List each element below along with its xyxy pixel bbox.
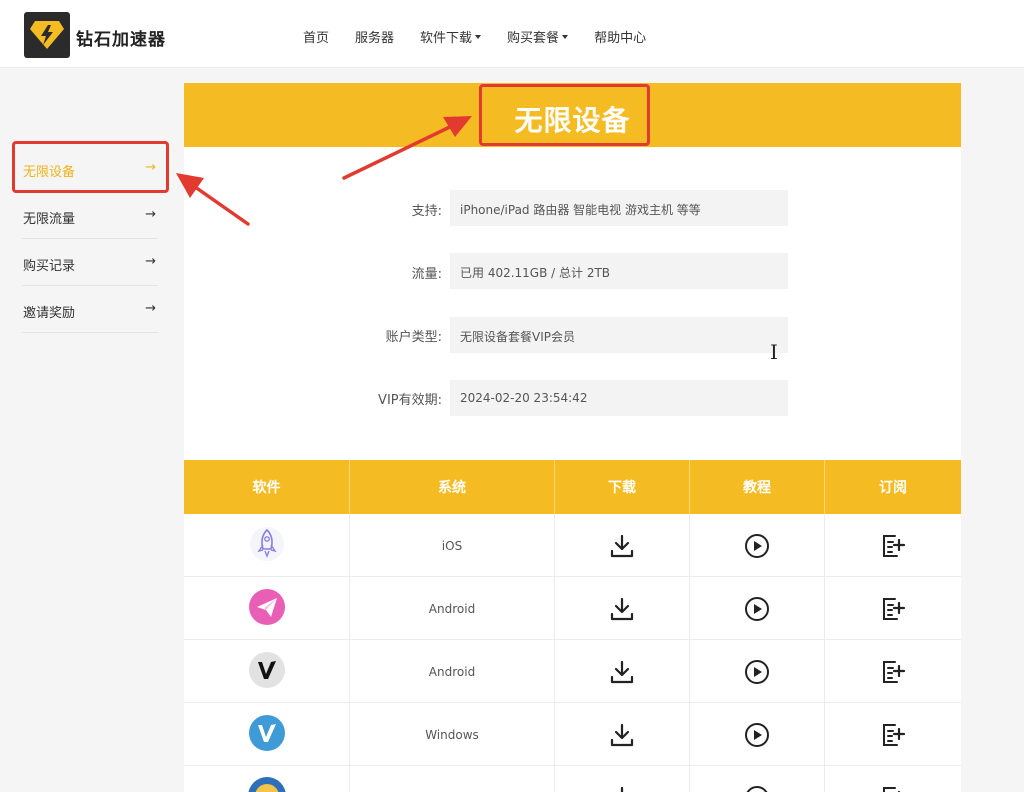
rocket-icon: [249, 524, 285, 567]
software-table-header: 软件 系统 下载 教程 订阅: [184, 460, 961, 514]
paper-plane-icon: [248, 588, 286, 629]
column-header-subscribe: 订阅: [879, 480, 907, 496]
table-row: [184, 766, 961, 792]
subscribe-add-icon[interactable]: [880, 596, 906, 622]
table-row: Android: [184, 577, 961, 640]
subscribe-add-icon[interactable]: [880, 785, 906, 792]
account-type-value: 无限设备套餐VIP会员: [450, 317, 788, 353]
app-logo-partial-icon: [246, 775, 288, 792]
column-header-tutorial: 教程: [690, 460, 825, 514]
system-name: Windows: [350, 703, 555, 766]
system-name: Android: [350, 577, 555, 640]
nav-servers[interactable]: 服务器: [355, 27, 394, 46]
logo-diamond-lightning-icon[interactable]: [24, 12, 70, 58]
nav-software-download[interactable]: 软件下载: [420, 27, 482, 46]
main-nav: 首页 服务器 软件下载 购买套餐 帮助中心: [303, 27, 672, 46]
nav-help-center[interactable]: 帮助中心: [594, 27, 646, 46]
play-tutorial-icon[interactable]: [744, 785, 770, 792]
arrow-right-icon: →: [145, 207, 156, 222]
nav-home[interactable]: 首页: [303, 27, 329, 46]
download-icon[interactable]: [609, 785, 635, 792]
play-tutorial-icon[interactable]: [744, 722, 770, 748]
caret-down-icon: [475, 34, 482, 39]
download-icon[interactable]: [609, 722, 635, 748]
table-row: Android: [184, 640, 961, 703]
traffic-label: 流量:: [411, 267, 442, 282]
table-row: Windows: [184, 703, 961, 766]
sidebar-item-label: 购买记录: [23, 259, 76, 274]
subscribe-add-icon[interactable]: [880, 533, 906, 559]
column-header-software: 软件: [184, 460, 350, 514]
download-icon[interactable]: [609, 533, 635, 559]
play-tutorial-icon[interactable]: [744, 659, 770, 685]
support-value: iPhone/iPad 路由器 智能电视 游戏主机 等等: [450, 190, 788, 226]
download-icon[interactable]: [609, 596, 635, 622]
sidebar-item-label: 无限流量: [23, 212, 76, 227]
v-logo-dark-icon: [248, 651, 286, 692]
sidebar-item-unlimited-traffic[interactable]: 无限流量 →: [22, 192, 158, 239]
subscribe-add-icon[interactable]: [880, 659, 906, 685]
download-icon[interactable]: [609, 659, 635, 685]
system-name: Android: [350, 640, 555, 703]
sidebar-item-invite-rewards[interactable]: 邀请奖励 →: [22, 286, 158, 333]
traffic-value: 已用 402.11GB / 总计 2TB: [450, 253, 788, 289]
arrow-right-icon: →: [145, 254, 156, 269]
brand-name[interactable]: 钻石加速器: [76, 25, 166, 50]
system-name: iOS: [350, 514, 555, 577]
table-row: iOS: [184, 514, 961, 577]
annotation-highlight-box: [12, 141, 169, 193]
nav-buy-plan[interactable]: 购买套餐: [507, 27, 569, 46]
v-logo-blue-icon: [248, 714, 286, 755]
annotation-highlight-box: [479, 84, 650, 146]
vip-expiry-value: 2024-02-20 23:54:42: [450, 380, 788, 416]
column-header-download: 下载: [555, 460, 690, 514]
caret-down-icon: [562, 34, 569, 39]
sidebar-item-purchase-history[interactable]: 购买记录 →: [22, 239, 158, 286]
column-header-system: 系统: [350, 460, 555, 514]
top-header: 钻石加速器 首页 服务器 软件下载 购买套餐 帮助中心: [0, 0, 1024, 68]
text-cursor-ibeam-icon: I: [770, 340, 778, 364]
vip-expiry-label: VIP有效期:: [378, 393, 442, 408]
sidebar-item-label: 邀请奖励: [23, 306, 76, 321]
play-tutorial-icon[interactable]: [744, 596, 770, 622]
support-label: 支持:: [411, 204, 442, 219]
play-tutorial-icon[interactable]: [744, 533, 770, 559]
subscribe-add-icon[interactable]: [880, 722, 906, 748]
arrow-right-icon: →: [145, 301, 156, 316]
account-type-label: 账户类型:: [385, 330, 442, 345]
